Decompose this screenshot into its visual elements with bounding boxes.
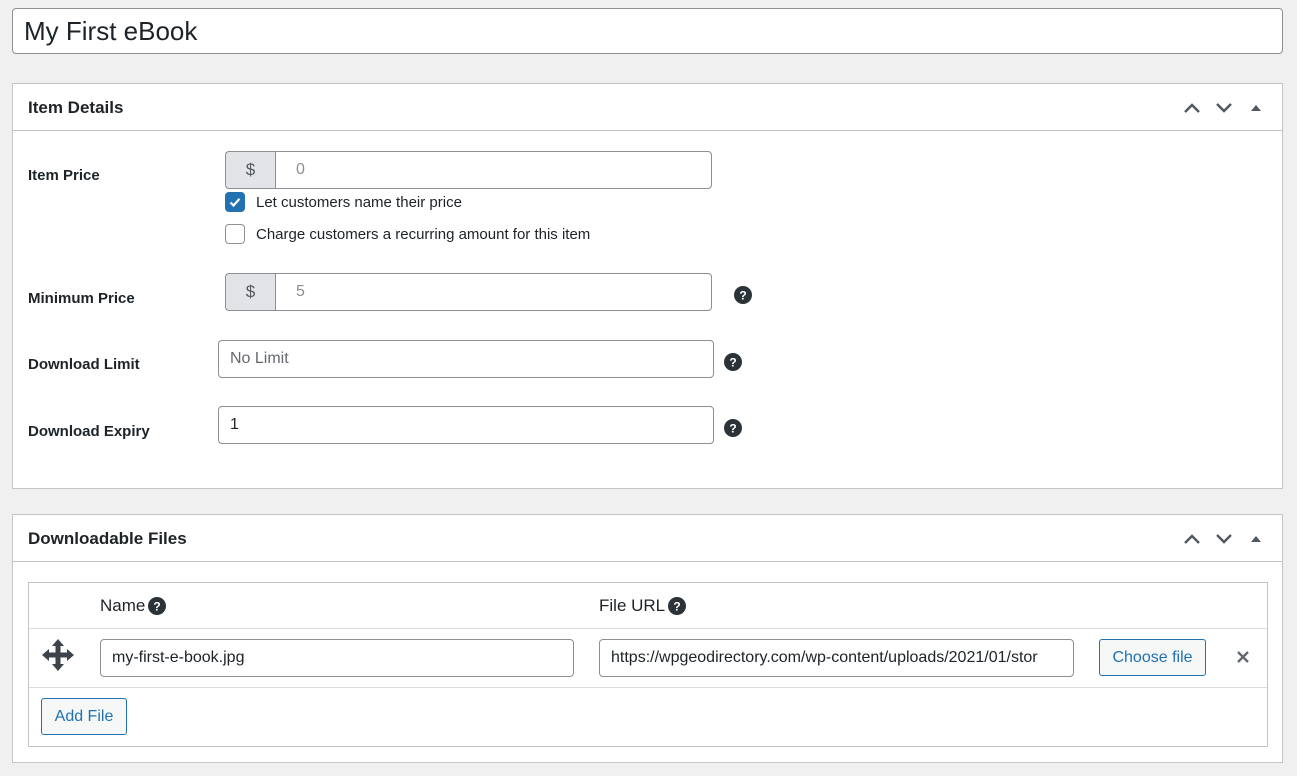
svg-text:?: ? bbox=[673, 600, 680, 614]
minimum-price-group: $ 5 bbox=[225, 273, 712, 311]
row-divider bbox=[29, 687, 1267, 688]
currency-addon: $ bbox=[225, 151, 275, 189]
minimum-price-label: Minimum Price bbox=[28, 290, 135, 307]
column-header-url: File URL ? bbox=[599, 583, 687, 629]
help-icon[interactable]: ? bbox=[668, 597, 687, 615]
choose-file-button[interactable]: Choose file bbox=[1099, 639, 1206, 676]
recurring-option[interactable]: Charge customers a recurring amount for … bbox=[225, 224, 590, 244]
remove-file-icon[interactable] bbox=[1236, 650, 1250, 664]
svg-text:?: ? bbox=[154, 600, 161, 614]
help-icon[interactable]: ? bbox=[148, 597, 167, 615]
currency-addon: $ bbox=[225, 273, 275, 311]
downloadable-files-title: Downloadable Files bbox=[28, 529, 187, 548]
column-header-name-label: Name bbox=[100, 596, 146, 615]
drag-move-icon[interactable] bbox=[41, 638, 75, 672]
item-details-box: Item Details Item Price $ 0 Let customer… bbox=[12, 83, 1283, 489]
file-name-input[interactable]: my-first-e-book.jpg bbox=[100, 639, 574, 677]
downloadable-files-box: Downloadable Files Name ? File URL ? my-… bbox=[12, 514, 1283, 763]
svg-text:?: ? bbox=[729, 422, 736, 436]
row-divider bbox=[29, 628, 1267, 629]
recurring-checkbox[interactable] bbox=[225, 224, 245, 244]
checkmark-icon bbox=[229, 198, 241, 208]
recurring-label: Charge customers a recurring amount for … bbox=[256, 225, 591, 243]
download-limit-input[interactable]: No Limit bbox=[218, 340, 714, 378]
help-icon[interactable]: ? bbox=[734, 286, 752, 304]
item-details-title: Item Details bbox=[28, 98, 124, 117]
item-price-group: $ 0 bbox=[225, 151, 712, 189]
post-title-input[interactable] bbox=[12, 8, 1283, 54]
name-price-option[interactable]: Let customers name their price bbox=[225, 192, 462, 212]
download-limit-label: Download Limit bbox=[28, 356, 140, 373]
item-price-input[interactable]: 0 bbox=[275, 151, 712, 189]
svg-text:?: ? bbox=[739, 289, 746, 303]
collapse-toggle-icon[interactable] bbox=[1240, 90, 1272, 126]
download-expiry-label: Download Expiry bbox=[28, 423, 150, 440]
svg-text:?: ? bbox=[729, 356, 736, 370]
move-down-icon[interactable] bbox=[1208, 521, 1240, 557]
downloadable-files-header: Downloadable Files bbox=[13, 515, 1282, 562]
name-price-checkbox[interactable] bbox=[225, 192, 245, 212]
move-down-icon[interactable] bbox=[1208, 90, 1240, 126]
item-price-label: Item Price bbox=[28, 167, 100, 184]
move-up-icon[interactable] bbox=[1176, 90, 1208, 126]
files-table: Name ? File URL ? my-first-e-book.jpg ht… bbox=[28, 582, 1268, 747]
column-header-url-label: File URL bbox=[599, 596, 666, 615]
download-expiry-input[interactable]: 1 bbox=[218, 406, 714, 444]
column-header-name: Name ? bbox=[100, 583, 167, 629]
collapse-toggle-icon[interactable] bbox=[1240, 521, 1272, 557]
minimum-price-input[interactable]: 5 bbox=[275, 273, 712, 311]
help-icon[interactable]: ? bbox=[724, 353, 742, 371]
name-price-label: Let customers name their price bbox=[256, 193, 462, 211]
add-file-button[interactable]: Add File bbox=[41, 698, 127, 735]
move-up-icon[interactable] bbox=[1176, 521, 1208, 557]
file-url-input[interactable]: https://wpgeodirectory.com/wp-content/up… bbox=[599, 639, 1074, 677]
item-details-header: Item Details bbox=[13, 84, 1282, 131]
help-icon[interactable]: ? bbox=[724, 419, 742, 437]
